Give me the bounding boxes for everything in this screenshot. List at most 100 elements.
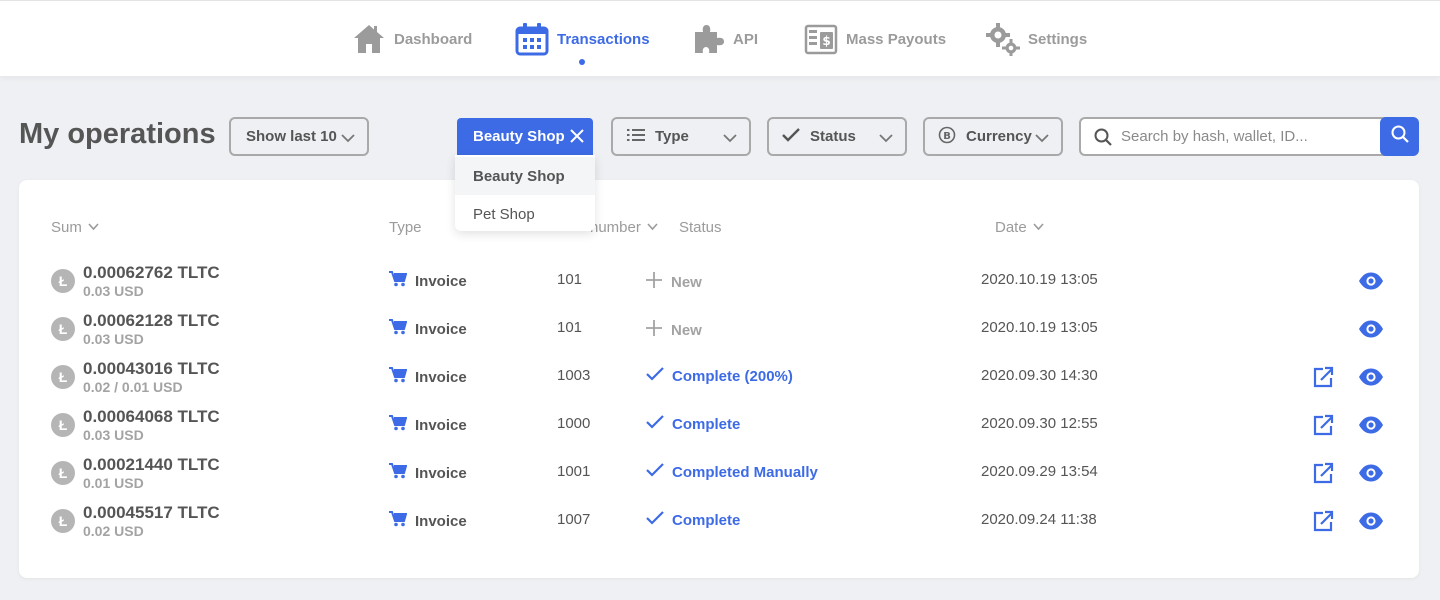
type-cell: Invoice [389,271,467,291]
column-date-label: Date [995,219,1027,236]
view-eye-icon[interactable] [1358,508,1384,534]
column-header-number[interactable]: number [590,219,658,236]
litecoin-icon: Ł [51,461,75,485]
status-label: Completed Manually [672,463,818,481]
view-eye-icon[interactable] [1358,316,1384,342]
nav-settings-label: Settings [1028,30,1088,48]
cart-icon [389,367,408,387]
type-filter[interactable]: Type [611,117,751,156]
status-cell: Completed Manually [646,463,818,481]
date-cell: 2020.09.30 12:55 [981,415,1098,432]
nav-mass-payouts-label: Mass Payouts [846,30,947,48]
status-cell: Complete [646,415,740,433]
usd-value: 0.03 USD [83,331,144,347]
plus-icon [645,319,663,341]
nav-settings[interactable]: Settings [986,1,1087,77]
check-icon [646,463,664,481]
search-input[interactable] [1121,119,1381,154]
cash-register-icon: $ [804,22,838,56]
nav-transactions-label: Transactions [557,30,650,48]
type-label: Invoice [415,416,467,434]
list-icon [627,128,645,146]
sum-value: 0.00062128 TLTC [83,311,220,330]
litecoin-icon: Ł [51,509,75,533]
litecoin-icon: Ł [51,269,75,293]
type-cell: Invoice [389,367,467,387]
shop-dropdown-menu: Beauty Shop Pet Shop [455,155,595,231]
sum-value: 0.00045517 TLTC [83,503,220,522]
column-header-sum[interactable]: Sum [51,219,99,236]
external-link-icon[interactable] [1310,412,1336,438]
close-icon[interactable] [570,129,584,147]
home-icon [352,22,386,56]
column-sum-label: Sum [51,219,82,236]
number-cell: 101 [557,319,583,336]
nav-dashboard[interactable]: Dashboard [352,1,472,77]
view-eye-icon[interactable] [1358,412,1384,438]
litecoin-icon: Ł [51,365,75,389]
external-link-icon[interactable] [1310,508,1336,534]
sum-value: 0.00021440 TLTC [83,455,220,474]
number-cell: 1007 [557,511,591,528]
cart-icon [389,511,408,531]
show-last-label: Show last 10 [246,128,337,145]
dropdown-option-pet-shop[interactable]: Pet Shop [455,195,595,231]
date-cell: 2020.09.29 13:54 [981,463,1098,480]
dropdown-option-beauty-shop[interactable]: Beauty Shop [455,157,595,195]
external-link-icon[interactable] [1310,364,1336,390]
type-cell: Invoice [389,463,467,483]
view-eye-icon[interactable] [1358,268,1384,294]
chevron-down-icon [723,131,737,149]
type-label: Invoice [415,320,467,338]
view-eye-icon[interactable] [1358,460,1384,486]
view-eye-icon[interactable] [1358,364,1384,390]
usd-value: 0.01 USD [83,475,144,491]
column-header-type: Type [389,219,422,236]
sum-value: 0.00064068 TLTC [83,407,220,426]
search-icon [1094,128,1112,151]
nav-api-label: API [733,30,759,48]
gears-icon [986,22,1020,56]
litecoin-icon: Ł [51,317,75,341]
column-header-date[interactable]: Date [995,219,1044,236]
search-button[interactable] [1380,117,1419,156]
chevron-down-icon [879,131,893,149]
date-cell: 2020.10.19 13:05 [981,319,1098,336]
usd-value: 0.02 USD [83,523,144,539]
nav-mass-payouts[interactable]: $ Mass Payouts [804,1,946,77]
svg-text:B: B [943,131,951,142]
shop-filter-chip[interactable]: Beauty Shop [457,118,593,155]
nav-transactions[interactable]: Transactions [515,1,650,77]
sum-value: 0.00062762 TLTC [83,263,220,282]
usd-value: 0.02 / 0.01 USD [83,379,183,395]
chevron-down-icon [1033,219,1044,236]
external-link-icon[interactable] [1310,460,1336,486]
type-filter-label: Type [655,128,689,145]
status-cell: New [645,319,702,341]
shop-chip-label: Beauty Shop [473,128,565,145]
calendar-icon [515,22,549,56]
status-cell: Complete [646,511,740,529]
page-title: My operations [19,118,216,150]
column-number-label: number [590,219,641,236]
nav-api[interactable]: API [691,1,758,77]
status-filter[interactable]: Status [767,117,907,156]
type-cell: Invoice [389,415,467,435]
status-label: Complete [672,415,741,433]
number-cell: 101 [557,271,583,288]
status-label: Complete [672,511,741,529]
type-cell: Invoice [389,511,467,531]
type-label: Invoice [415,368,467,386]
bitcoin-icon: B [938,126,956,148]
cart-icon [389,271,408,291]
show-last-select[interactable]: Show last 10 [229,117,369,156]
nav-dashboard-label: Dashboard [394,30,473,48]
currency-filter[interactable]: B Currency [923,117,1063,156]
cart-icon [389,463,408,483]
cart-icon [389,319,408,339]
chevron-down-icon [341,131,355,149]
type-label: Invoice [415,464,467,482]
plus-icon [645,271,663,293]
usd-value: 0.03 USD [83,427,144,443]
chevron-down-icon [1035,131,1049,149]
